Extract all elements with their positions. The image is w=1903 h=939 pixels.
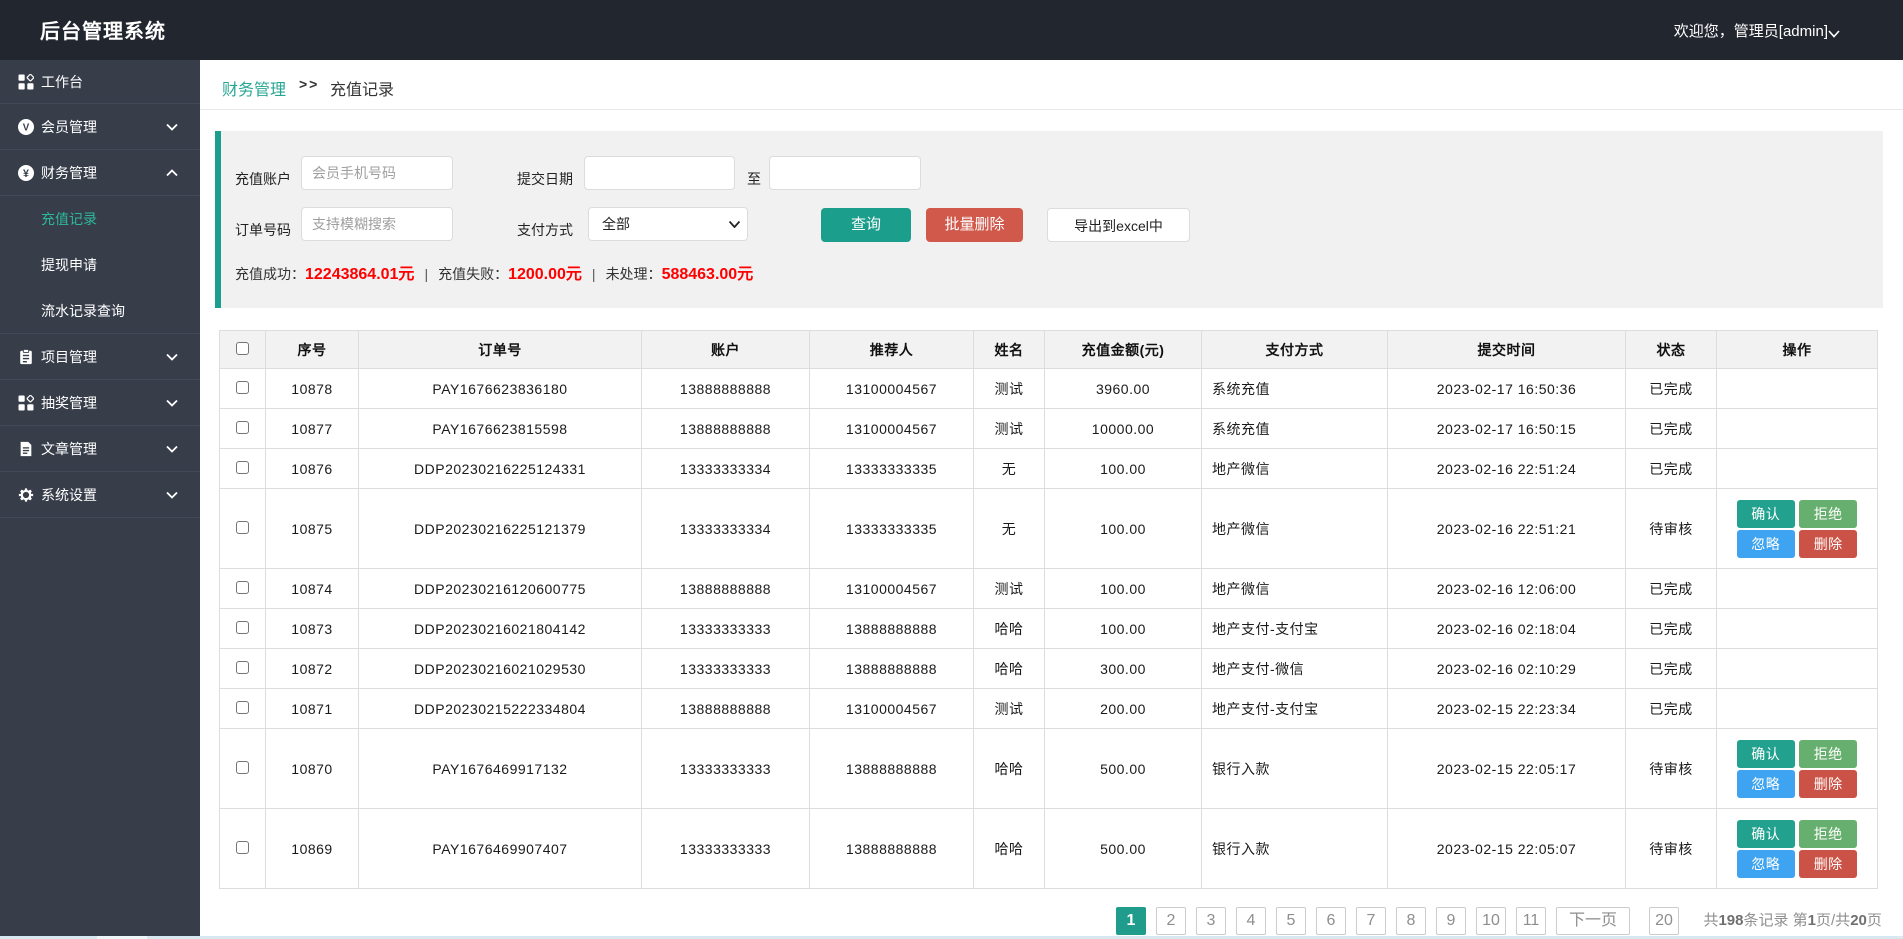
svg-text:V: V <box>23 123 30 134</box>
svg-text:¥: ¥ <box>23 168 29 180</box>
